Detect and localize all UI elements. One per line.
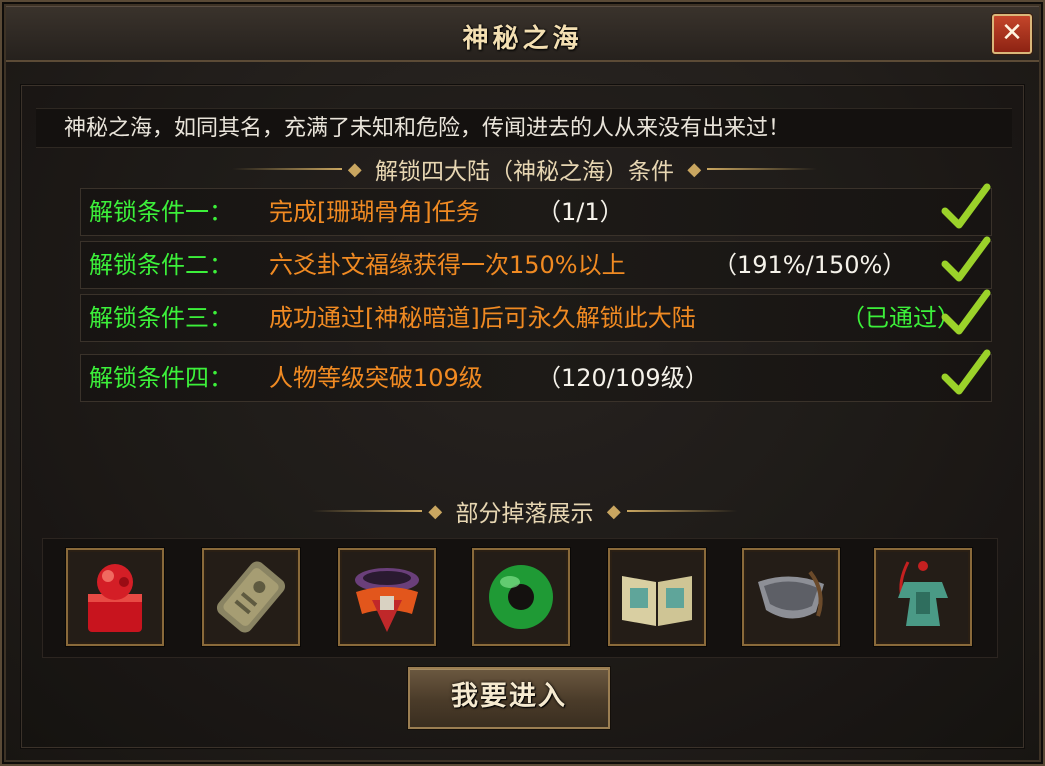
- condition-label: 解锁条件四：: [89, 364, 233, 392]
- drop-item-slot[interactable]: [472, 548, 570, 646]
- drop-item-slot[interactable]: [608, 548, 706, 646]
- book-icon: [622, 576, 692, 626]
- drops-header: ◆ 部分掉落展示 ◆: [2, 494, 1045, 528]
- drop-item-slot[interactable]: [338, 548, 436, 646]
- title-bar[interactable]: 神秘之海: [6, 6, 1039, 62]
- mysterious-sea-dialog: 神秘之海 ✕ 神秘之海，如同其名，充满了未知和危险，传闻进去的人从来没有出来过！…: [0, 0, 1045, 766]
- drop-item-slot[interactable]: [874, 548, 972, 646]
- close-icon: ✕: [1001, 18, 1023, 48]
- condition-progress: （120/109级）: [537, 364, 709, 392]
- condition-desc: 六爻卦文福缘获得一次150%以上: [269, 251, 626, 279]
- dialog-title: 神秘之海: [462, 24, 583, 54]
- condition-label: 解锁条件三：: [89, 304, 233, 332]
- divider-line: [312, 510, 423, 512]
- drop-item-slot[interactable]: [742, 548, 840, 646]
- enter-button[interactable]: 我要进入: [408, 667, 610, 729]
- condition-desc: 完成[珊瑚骨角]任务: [269, 198, 480, 226]
- checkmark-icon: [941, 289, 991, 335]
- condition-progress: （1/1）: [537, 198, 624, 226]
- condition-row-1: 解锁条件一： 完成[珊瑚骨角]任务 （1/1）: [80, 183, 992, 236]
- checkmark-icon: [941, 236, 991, 282]
- condition-label: 解锁条件一：: [89, 198, 233, 226]
- belt-armor-icon: [355, 568, 419, 632]
- ornament-icon: ◆: [606, 500, 621, 522]
- condition-progress: （191%/150%）: [713, 251, 907, 279]
- description-text: 神秘之海，如同其名，充满了未知和危险，传闻进去的人从来没有出来过！: [36, 108, 1012, 148]
- conditions-header: ◆ 解锁四大陆（神秘之海）条件 ◆: [2, 152, 1045, 186]
- drops-header-text: 部分掉落展示: [455, 501, 594, 527]
- checkmark-icon: [941, 349, 991, 395]
- condition-label: 解锁条件二：: [89, 251, 233, 279]
- red-seal-icon: [88, 564, 142, 632]
- bracer-icon: [758, 570, 824, 619]
- divider-line: [707, 168, 818, 170]
- condition-desc: 人物等级突破109级: [269, 364, 483, 392]
- condition-row-4: 解锁条件四： 人物等级突破109级 （120/109级）: [80, 349, 992, 402]
- stone-tablet-icon: [216, 561, 286, 633]
- ornament-icon: ◆: [428, 500, 443, 522]
- ornament-icon: ◆: [687, 158, 702, 180]
- conditions-header-text: 解锁四大陆（神秘之海）条件: [375, 159, 674, 185]
- jade-pendant-icon: [898, 561, 948, 626]
- jade-ring-icon: [489, 565, 553, 629]
- divider-line: [626, 510, 737, 512]
- divider-line: [231, 168, 342, 170]
- close-button[interactable]: ✕: [992, 14, 1032, 54]
- drop-item-slot[interactable]: [202, 548, 300, 646]
- drop-item-slot[interactable]: [66, 548, 164, 646]
- ornament-icon: ◆: [347, 158, 362, 180]
- condition-row-2: 解锁条件二： 六爻卦文福缘获得一次150%以上 （191%/150%）: [80, 236, 992, 289]
- condition-row-3: 解锁条件三： 成功通过[神秘暗道]后可永久解锁此大陆 （已通过）: [80, 289, 992, 342]
- checkmark-icon: [941, 183, 991, 229]
- condition-desc: 成功通过[神秘暗道]后可永久解锁此大陆: [269, 304, 696, 332]
